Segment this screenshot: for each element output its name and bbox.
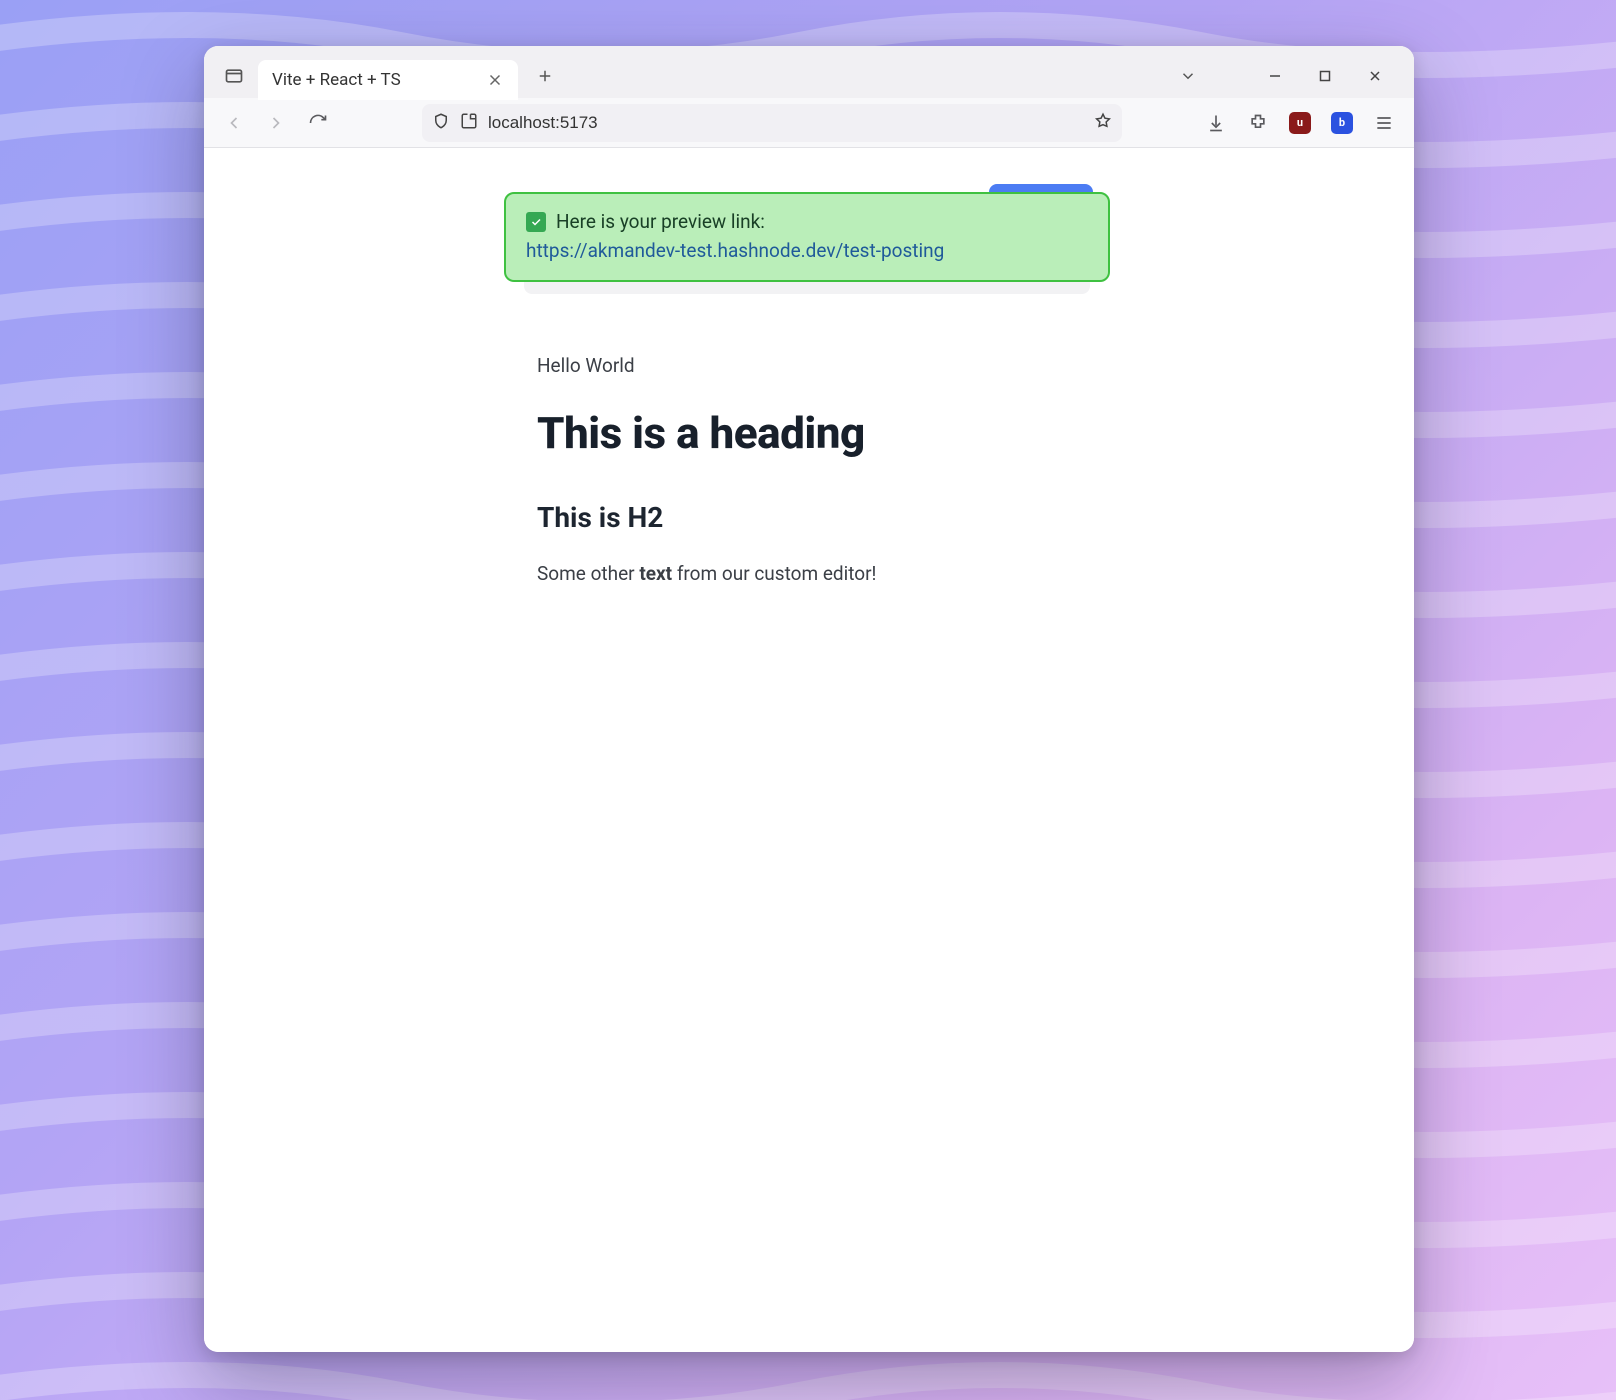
tab-strip: Vite + React + TS [204,46,1414,98]
window-minimize-button[interactable] [1252,59,1298,93]
recent-tabs-button[interactable] [214,58,254,94]
bookmark-star-icon[interactable] [1094,112,1112,134]
extensions-button[interactable] [1240,105,1276,141]
check-icon [526,212,546,232]
article-paragraph: Some other text from our custom editor! [537,562,1097,585]
nav-reload-button[interactable] [300,105,336,141]
article-intro-text: Hello World [537,354,1097,377]
window-controls [1252,59,1404,93]
nav-back-button[interactable] [216,105,252,141]
success-toast: Here is your preview link: https://akman… [504,192,1110,282]
article-content: Hello World This is a heading This is H2… [537,354,1097,585]
url-input[interactable] [488,113,1084,133]
ublock-extension-icon[interactable]: u [1282,105,1318,141]
tab-title: Vite + React + TS [272,70,401,90]
page-info-icon[interactable] [460,112,478,134]
new-tab-button[interactable] [528,59,562,93]
toast-message: Here is your preview link: [556,210,765,233]
tab-close-button[interactable] [486,71,504,89]
window-close-button[interactable] [1352,59,1398,93]
nav-forward-button[interactable] [258,105,294,141]
toolbar: u b [204,98,1414,148]
browser-tab[interactable]: Vite + React + TS [258,60,518,100]
tabs-dropdown-button[interactable] [1168,59,1208,93]
window-maximize-button[interactable] [1302,59,1348,93]
browser-window: Vite + React + TS [204,46,1414,1352]
paragraph-text-post: from our custom editor! [672,562,876,585]
article-h2: This is H2 [537,501,1097,534]
shield-icon[interactable] [432,112,450,134]
paragraph-text-bold: text [639,562,672,585]
downloads-button[interactable] [1198,105,1234,141]
article-h1: This is a heading [537,407,1097,459]
paragraph-text-pre: Some other [537,562,639,585]
toast-preview-link[interactable]: https://akmandev-test.hashnode.dev/test-… [526,239,1088,262]
bitwarden-extension-icon[interactable]: b [1324,105,1360,141]
page-viewport: Here is your preview link: https://akman… [204,148,1414,1352]
app-menu-button[interactable] [1366,105,1402,141]
address-bar[interactable] [422,104,1122,142]
